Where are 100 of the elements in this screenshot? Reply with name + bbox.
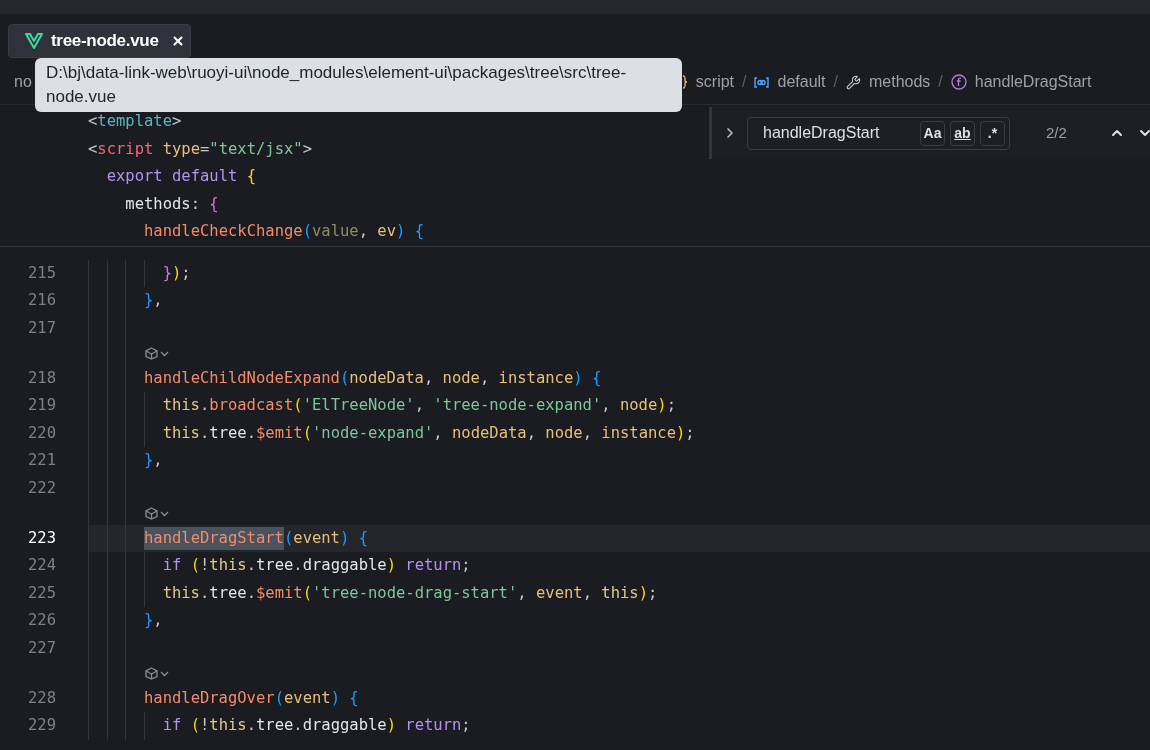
- close-icon[interactable]: [170, 34, 185, 48]
- code-token: tree: [209, 582, 247, 604]
- code-token: }: [143, 290, 154, 312]
- code-token: .: [246, 555, 256, 577]
- code-token: ): [573, 367, 583, 389]
- code-token: methods: [125, 193, 191, 215]
- code-token: ,: [582, 422, 593, 444]
- code-token: this: [209, 555, 247, 577]
- code-token: handleDragOver: [143, 687, 275, 709]
- code-token: !: [199, 715, 210, 737]
- tab-label: tree-node.vue: [51, 30, 159, 53]
- search-match: handleDragStart: [143, 526, 284, 550]
- editor-tab[interactable]: tree-node.vue: [8, 24, 191, 58]
- find-input-value: handleDragStart: [763, 123, 881, 143]
- line-number: 227: [27, 637, 56, 659]
- code-token: ): [638, 582, 648, 604]
- code-token: .: [199, 582, 210, 604]
- wrench-icon: [846, 74, 861, 90]
- code-token: (: [302, 422, 312, 444]
- code-token: return: [404, 715, 462, 737]
- code-token: {: [413, 221, 424, 243]
- line-number: 228: [27, 687, 56, 709]
- code-token: .: [246, 422, 256, 444]
- code-token: ;: [685, 422, 695, 444]
- code-token: {: [209, 193, 219, 215]
- line-number: 223: [27, 527, 56, 549]
- code-token: template: [97, 111, 172, 133]
- code-token: this: [162, 582, 200, 604]
- code-token: this: [162, 395, 200, 417]
- code-token: (: [274, 687, 284, 709]
- codelens-icon[interactable]: [143, 346, 171, 360]
- path-tooltip: D:\bj\data-link-web\ruoyi-ui\node_modules\element-ui\packages\tree\src\tree-node.vue: [35, 58, 682, 112]
- code-token: instance: [498, 367, 574, 389]
- code-token: tree: [209, 422, 247, 444]
- code-token: {: [348, 687, 359, 709]
- breadcrumb-item[interactable]: script: [695, 70, 735, 94]
- breadcrumb-separator: /: [742, 72, 747, 92]
- code-token: this: [601, 582, 639, 604]
- line-number: 216: [27, 290, 56, 311]
- code-token: if: [162, 715, 182, 737]
- code-token: tree: [256, 555, 294, 577]
- code-token: instance: [601, 422, 676, 444]
- code-token: event: [293, 527, 340, 549]
- find-input[interactable]: handleDragStart Aa ab .*: [747, 116, 1010, 150]
- code-token: ): [171, 262, 182, 284]
- code-token: .: [246, 715, 256, 737]
- code-token: ,: [517, 582, 528, 604]
- code-token: ;: [666, 395, 676, 417]
- line-number: 215: [27, 262, 56, 284]
- code-token: node: [442, 367, 480, 389]
- code-token: ,: [153, 610, 163, 632]
- code-token: ev: [377, 221, 396, 243]
- code-token: export default: [106, 166, 238, 188]
- code-token: handleCheckChange: [144, 221, 303, 243]
- code-token: ,: [526, 422, 537, 444]
- find-option-toggle[interactable]: Aa: [920, 120, 945, 146]
- codelens-icon[interactable]: [143, 506, 171, 520]
- code-token: (: [302, 582, 312, 604]
- breadcrumb-item[interactable]: no: [14, 70, 32, 94]
- code-token: {: [245, 166, 256, 188]
- function-icon: [950, 74, 967, 90]
- code-token: }: [143, 610, 154, 632]
- code-token: 'tree-node-expand': [433, 395, 602, 417]
- code-token: <: [88, 138, 98, 160]
- code-token: >: [302, 138, 313, 160]
- code-token: this: [162, 422, 200, 444]
- code-token: event: [535, 582, 583, 604]
- line-number: 226: [27, 610, 56, 631]
- code-token: ,: [423, 367, 435, 389]
- find-option-toggle[interactable]: .*: [980, 120, 1005, 146]
- line-number: 219: [27, 395, 56, 416]
- codelens-icon[interactable]: [143, 666, 171, 680]
- code-token: ,: [582, 582, 593, 604]
- braces-icon: [681, 75, 688, 89]
- code-token: ): [330, 687, 340, 709]
- match-count: 2/2: [1046, 122, 1067, 143]
- breadcrumb-item[interactable]: methods: [869, 70, 931, 94]
- vue-logo-icon: [25, 33, 43, 49]
- code-token: node: [619, 395, 658, 417]
- line-number: 224: [27, 555, 56, 576]
- code-token: 'node-expand': [312, 422, 434, 444]
- breadcrumb-item[interactable]: handleDragStart: [974, 70, 1092, 94]
- code-token: <: [88, 111, 98, 133]
- code-token: ;: [461, 555, 471, 577]
- breadcrumb-separator: /: [833, 72, 838, 92]
- code-token: nodeData: [349, 367, 424, 389]
- code-token: {: [357, 527, 368, 549]
- code-token: 'tree-node-drag-start': [312, 582, 518, 604]
- code-token: }: [143, 450, 154, 472]
- code-token: }: [162, 262, 172, 284]
- code-token: ): [675, 422, 686, 444]
- line-number: 222: [27, 477, 56, 499]
- code-token: $emit: [255, 422, 303, 444]
- code-token: (: [339, 367, 350, 389]
- breadcrumb-item[interactable]: default: [777, 70, 826, 94]
- code-token: $emit: [255, 582, 303, 604]
- find-option-toggle[interactable]: ab: [950, 120, 975, 146]
- code-token: ,: [358, 221, 369, 243]
- code-token: ,: [153, 450, 163, 472]
- code-token: !: [199, 555, 210, 577]
